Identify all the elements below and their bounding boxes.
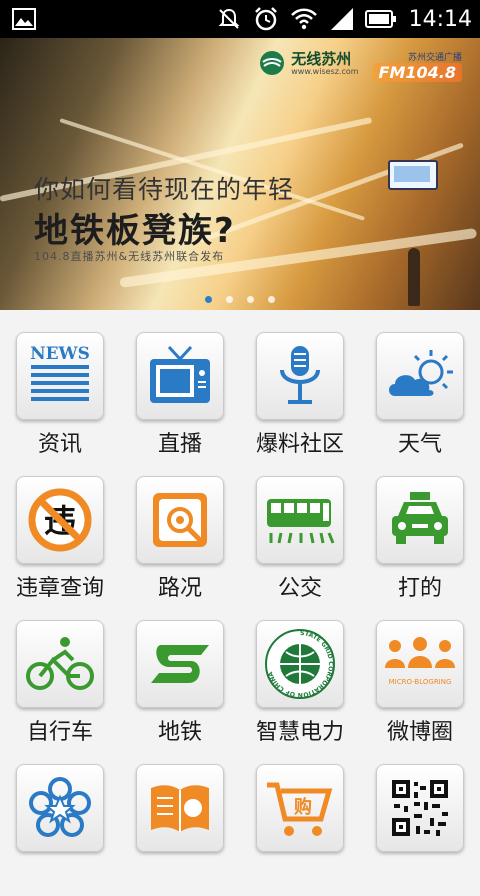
clock: 14:14 <box>408 6 472 32</box>
power-grid-icon: STATE GRID CORPORATION OF CHINA <box>265 629 335 699</box>
status-icons: 14:14 <box>217 6 472 32</box>
banner-headline-1: 你如何看待现在的年轻 <box>34 175 295 204</box>
road-tile[interactable] <box>136 476 224 564</box>
promo-banner[interactable]: 无线苏州 www.wisesz.com 苏州交通广播 FM104.8 你如何看待… <box>0 38 480 310</box>
grid-item-violation[interactable]: 违 违章查询 <box>0 464 120 608</box>
grid-item-news[interactable]: NEWS 资讯 <box>0 320 120 464</box>
grid-item-live[interactable]: 直播 <box>120 320 240 464</box>
grid-item-shop[interactable]: 购 <box>240 752 360 896</box>
grid-item-label: 直播 <box>157 432 202 457</box>
weibo-circle-icon: MICRO-BLOGRING <box>385 637 455 686</box>
grid-item-label: 公交 <box>277 576 322 601</box>
signal-icon <box>329 8 353 30</box>
banner-headline-2: 地铁板凳族? <box>34 211 236 251</box>
no-traffic-icon: 违 <box>28 488 92 552</box>
logo-url: www.wisesz.com <box>291 66 359 76</box>
bus-icon <box>267 499 335 544</box>
wisesz-logo: 无线苏州 www.wisesz.com <box>259 49 359 76</box>
radio-name: 苏州交通广播 <box>407 53 462 63</box>
book-icon <box>151 785 209 832</box>
metro-tile[interactable] <box>136 620 224 708</box>
grid-item-label: 天气 <box>397 432 442 457</box>
tv-icon <box>150 345 210 403</box>
page-dot[interactable] <box>205 296 212 303</box>
metro-icon <box>151 645 209 683</box>
bicycle-tile[interactable] <box>16 620 104 708</box>
news-icon: NEWS <box>30 344 90 401</box>
grid-item-report[interactable]: 爆料社区 <box>240 320 360 464</box>
grid-item-star[interactable] <box>0 752 120 896</box>
power-grid-tile[interactable]: STATE GRID CORPORATION OF CHINA <box>256 620 344 708</box>
grid-item-road[interactable]: 路况 <box>120 464 240 608</box>
grid-item-label: 违章查询 <box>15 576 104 601</box>
wifi-icon <box>290 8 317 30</box>
road-condition-icon <box>153 493 207 547</box>
grid-item-taxi[interactable]: 打的 <box>360 464 480 608</box>
violation-tile[interactable]: 违 <box>16 476 104 564</box>
grid-item-weather[interactable]: 天气 <box>360 320 480 464</box>
logo-name: 无线苏州 <box>291 49 352 68</box>
banner-page-indicator <box>0 296 480 308</box>
microphone-icon <box>280 346 320 404</box>
grid-item-book[interactable] <box>120 752 240 896</box>
station-sign <box>388 160 438 190</box>
page-dot[interactable] <box>247 296 254 303</box>
grid-item-label: 爆料社区 <box>255 432 344 457</box>
bus-tile[interactable] <box>256 476 344 564</box>
image-icon <box>12 7 36 31</box>
banner-subline: 104.8直播苏州&无线苏州联合发布 <box>34 250 225 263</box>
news-tile[interactable]: NEWS <box>16 332 104 420</box>
grid-item-metro[interactable]: 地铁 <box>120 608 240 752</box>
weibo-icon-text: MICRO-BLOGRING <box>389 678 452 686</box>
grid-item-label: 路况 <box>157 576 202 601</box>
grid-item-label: 智慧电力 <box>255 720 344 745</box>
grid-item-label: 自行车 <box>26 720 93 745</box>
qr-code-tile[interactable] <box>376 764 464 852</box>
bicycle-icon <box>26 637 94 690</box>
grid-item-label: 地铁 <box>157 720 202 745</box>
book-tile[interactable] <box>136 764 224 852</box>
weibo-tile[interactable]: MICRO-BLOGRING <box>376 620 464 708</box>
grid-item-power[interactable]: STATE GRID CORPORATION OF CHINA 智慧电力 <box>240 608 360 752</box>
taxi-tile[interactable] <box>376 476 464 564</box>
page-dot[interactable] <box>268 296 275 303</box>
tv-tile[interactable] <box>136 332 224 420</box>
qr-code-icon <box>392 780 448 836</box>
shopping-cart-icon: 购 <box>267 782 333 836</box>
grid-item-label: 微博圈 <box>386 720 453 745</box>
star-flower-icon <box>29 777 91 837</box>
news-icon-text: NEWS <box>30 344 90 364</box>
radio-logo: 苏州交通广播 FM104.8 <box>372 50 462 82</box>
cart-char: 购 <box>294 796 312 818</box>
status-bar: 14:14 <box>0 0 480 38</box>
alarm-icon <box>253 6 279 32</box>
star-flower-tile[interactable] <box>16 764 104 852</box>
banner-logos: 无线苏州 www.wisesz.com 苏州交通广播 FM104.8 <box>259 50 462 82</box>
weather-tile[interactable] <box>376 332 464 420</box>
mute-icon <box>217 7 241 31</box>
wisesz-logo-icon <box>260 51 285 75</box>
grid-item-qr[interactable] <box>360 752 480 896</box>
grid-item-bicycle[interactable]: 自行车 <box>0 608 120 752</box>
grid-item-bus[interactable]: 公交 <box>240 464 360 608</box>
battery-icon <box>364 10 397 28</box>
taxi-icon <box>392 492 448 544</box>
weather-icon <box>389 350 453 396</box>
grid-item-weibo[interactable]: MICRO-BLOGRING 微博圈 <box>360 608 480 752</box>
radio-frequency: FM104.8 <box>372 63 462 82</box>
grid-item-label: 资讯 <box>37 432 82 457</box>
microphone-tile[interactable] <box>256 332 344 420</box>
shopping-tile[interactable]: 购 <box>256 764 344 852</box>
page-dot[interactable] <box>226 296 233 303</box>
grid-item-label: 打的 <box>397 576 442 601</box>
